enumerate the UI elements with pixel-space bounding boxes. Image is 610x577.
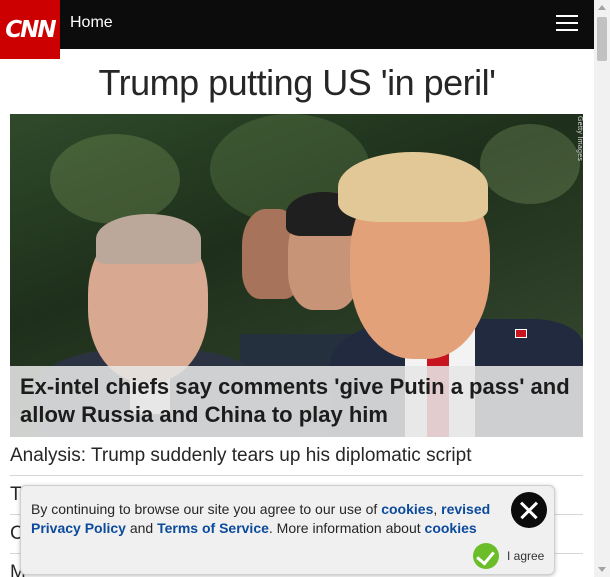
hero-caption-text: Ex-intel chiefs say comments 'give Putin… [20,374,570,427]
page-headline[interactable]: Trump putting US 'in peril' [0,62,594,104]
flag-pin-icon [515,329,527,338]
cookies-info-link[interactable]: cookies [425,520,477,536]
hero-caption[interactable]: Ex-intel chiefs say comments 'give Putin… [10,366,583,437]
top-navigation-bar: Home [0,0,594,49]
cookie-text-part: . More information about [268,520,425,536]
hamburger-menu-icon[interactable] [556,15,578,33]
vertical-scrollbar[interactable] [594,0,610,577]
cookie-consent-banner: By continuing to browse our site you agr… [20,485,555,575]
cookie-text-part: and [125,520,158,536]
scroll-down-arrow-icon[interactable] [598,567,606,572]
cnn-logo[interactable]: CNN [0,0,60,59]
scroll-up-arrow-icon[interactable] [598,5,606,10]
home-link[interactable]: Home [70,14,113,32]
checkmark-icon [473,543,499,569]
agree-label: I agree [507,549,545,563]
cookie-message: By continuing to browse our site you agr… [31,500,491,538]
logo-text: CNN [5,16,56,43]
photo-credit: Getty Images [576,116,583,162]
close-icon[interactable] [511,492,547,528]
agree-button[interactable]: I agree [473,543,544,569]
terms-of-service-link[interactable]: Terms of Service [157,520,269,536]
cookie-text-part: , [433,501,442,517]
page: Home CNN Trump putting US 'in peril' Get… [0,0,610,577]
scrollbar-thumb[interactable] [597,17,607,61]
cookies-link[interactable]: cookies [381,501,433,517]
cookie-text-part: By continuing to browse our site you agr… [31,501,382,517]
story-link[interactable]: Analysis: Trump suddenly tears up his di… [10,437,583,476]
